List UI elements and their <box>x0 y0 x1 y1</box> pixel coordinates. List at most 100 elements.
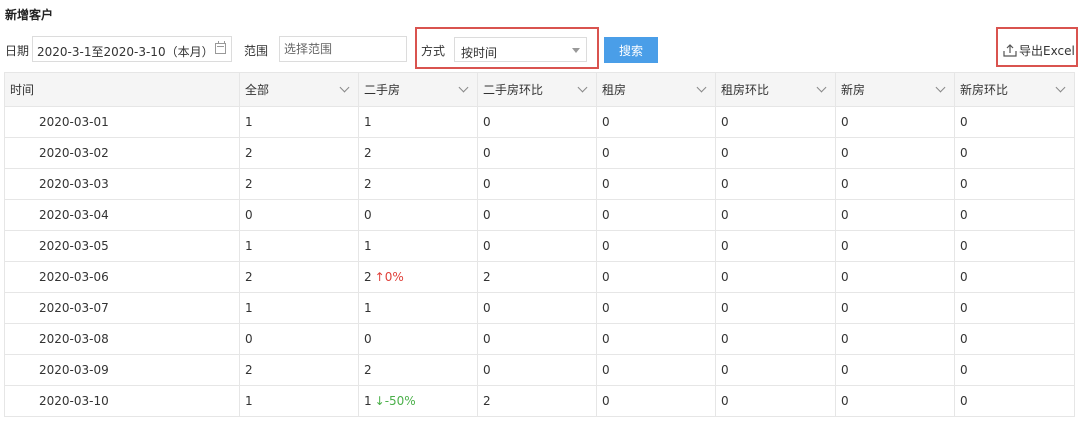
column-header-all[interactable]: 全部 <box>239 72 359 107</box>
cell-new: 0 <box>835 292 955 324</box>
cell-date: 2020-03-07 <box>4 292 240 324</box>
cell-new: 0 <box>835 385 955 417</box>
cell-new: 0 <box>835 168 955 200</box>
cell-all: 1 <box>239 385 359 417</box>
cell-rent-ratio: 0 <box>715 168 836 200</box>
cell-second-hand: 0 <box>358 323 478 355</box>
chevron-down-icon[interactable] <box>339 82 350 93</box>
cell-all: 0 <box>239 323 359 355</box>
cell-second-hand-value: 0 <box>364 332 372 346</box>
cell-date: 2020-03-06 <box>4 261 240 293</box>
cell-rent-ratio: 0 <box>715 261 836 293</box>
cell-all: 2 <box>239 137 359 169</box>
range-input[interactable] <box>279 36 407 62</box>
cell-new-ratio: 0 <box>954 292 1075 324</box>
chevron-down-icon[interactable] <box>696 82 707 93</box>
cell-second-hand: 1 <box>358 292 478 324</box>
column-header-second-hand[interactable]: 二手房 <box>358 72 478 107</box>
cell-rent-ratio: 0 <box>715 230 836 262</box>
chevron-down-icon[interactable] <box>1055 82 1066 93</box>
cell-rent-ratio: 0 <box>715 199 836 231</box>
cell-second-hand: 1 <box>358 230 478 262</box>
cell-new-ratio: 0 <box>954 354 1075 386</box>
caret-down-icon <box>572 48 580 53</box>
cell-new: 0 <box>835 137 955 169</box>
cell-rent-ratio: 0 <box>715 323 836 355</box>
cell-new-ratio: 0 <box>954 199 1075 231</box>
export-icon <box>1003 44 1017 57</box>
cell-second-hand-ratio: 0 <box>477 199 597 231</box>
chevron-down-icon[interactable] <box>816 82 827 93</box>
cell-rent: 0 <box>596 199 716 231</box>
cell-second-hand: 1 ↓-50% <box>358 385 478 417</box>
cell-second-hand-value: 2 <box>364 177 372 191</box>
cell-all: 2 <box>239 168 359 200</box>
date-range-value: 2020-3-1至2020-3-10（本月） <box>37 45 214 59</box>
cell-second-hand-ratio: 0 <box>477 354 597 386</box>
cell-new: 0 <box>835 199 955 231</box>
date-range-picker[interactable]: 2020-3-1至2020-3-10（本月） <box>32 36 232 62</box>
cell-rent: 0 <box>596 292 716 324</box>
mode-select[interactable]: 按时间 <box>454 37 587 62</box>
cell-second-hand: 2 <box>358 168 478 200</box>
cell-new: 0 <box>835 323 955 355</box>
table-row: 2020-03-06 2 2 ↑0% 2 0 0 0 0 <box>4 261 1075 293</box>
chevron-down-icon[interactable] <box>577 82 588 93</box>
cell-second-hand-ratio: 0 <box>477 106 597 138</box>
cell-rent-ratio: 0 <box>715 106 836 138</box>
cell-second-hand-value: 2 <box>364 363 372 377</box>
cell-date: 2020-03-03 <box>4 168 240 200</box>
cell-rent: 0 <box>596 230 716 262</box>
cell-rent-ratio: 0 <box>715 137 836 169</box>
cell-new-ratio: 0 <box>954 323 1075 355</box>
trend-down-indicator: ↓-50% <box>374 394 416 408</box>
date-label: 日期 <box>5 44 30 58</box>
table-row: 2020-03-04 0 0 0 0 0 0 0 <box>4 199 1075 231</box>
page-title: 新增客户 <box>5 8 54 22</box>
column-header-rent[interactable]: 租房 <box>596 72 716 107</box>
cell-rent: 0 <box>596 137 716 169</box>
customer-table: 时间 全部 二手房 二手房环比 租房 租房环比 新房 新房环比 2020-03-… <box>4 72 1075 417</box>
cell-all: 1 <box>239 230 359 262</box>
trend-up-indicator: ↑0% <box>374 270 404 284</box>
cell-second-hand-value: 1 <box>364 394 372 408</box>
cell-second-hand-ratio: 0 <box>477 323 597 355</box>
cell-all: 2 <box>239 261 359 293</box>
export-excel-button[interactable]: 导出Excel <box>1003 38 1075 62</box>
cell-second-hand-value: 1 <box>364 239 372 253</box>
search-button[interactable]: 搜索 <box>604 37 658 63</box>
cell-rent-ratio: 0 <box>715 385 836 417</box>
column-header-rent-ratio[interactable]: 租房环比 <box>715 72 836 107</box>
cell-second-hand-ratio: 0 <box>477 137 597 169</box>
cell-second-hand-value: 1 <box>364 301 372 315</box>
cell-second-hand-ratio: 2 <box>477 385 597 417</box>
cell-date: 2020-03-09 <box>4 354 240 386</box>
table-row: 2020-03-09 2 2 0 0 0 0 0 <box>4 354 1075 386</box>
cell-new: 0 <box>835 354 955 386</box>
chevron-down-icon[interactable] <box>458 82 469 93</box>
chevron-down-icon[interactable] <box>935 82 946 93</box>
table-row: 2020-03-03 2 2 0 0 0 0 0 <box>4 168 1075 200</box>
cell-second-hand: 2 <box>358 137 478 169</box>
cell-second-hand-ratio: 0 <box>477 168 597 200</box>
cell-second-hand-value: 2 <box>364 270 372 284</box>
column-header-new[interactable]: 新房 <box>835 72 955 107</box>
cell-second-hand-value: 2 <box>364 146 372 160</box>
cell-second-hand-ratio: 2 <box>477 261 597 293</box>
cell-new-ratio: 0 <box>954 106 1075 138</box>
cell-second-hand-ratio: 0 <box>477 230 597 262</box>
cell-all: 0 <box>239 199 359 231</box>
mode-label: 方式 <box>421 44 446 58</box>
cell-second-hand: 2 <box>358 354 478 386</box>
cell-new: 0 <box>835 230 955 262</box>
table-row: 2020-03-10 1 1 ↓-50% 2 0 0 0 0 <box>4 385 1075 417</box>
table-row: 2020-03-08 0 0 0 0 0 0 0 <box>4 323 1075 355</box>
column-header-second-hand-ratio[interactable]: 二手房环比 <box>477 72 597 107</box>
cell-second-hand-value: 1 <box>364 115 372 129</box>
column-header-new-ratio[interactable]: 新房环比 <box>954 72 1075 107</box>
cell-date: 2020-03-10 <box>4 385 240 417</box>
table-header-row: 时间 全部 二手房 二手房环比 租房 租房环比 新房 新房环比 <box>4 72 1075 107</box>
cell-new-ratio: 0 <box>954 230 1075 262</box>
cell-all: 1 <box>239 292 359 324</box>
cell-date: 2020-03-04 <box>4 199 240 231</box>
